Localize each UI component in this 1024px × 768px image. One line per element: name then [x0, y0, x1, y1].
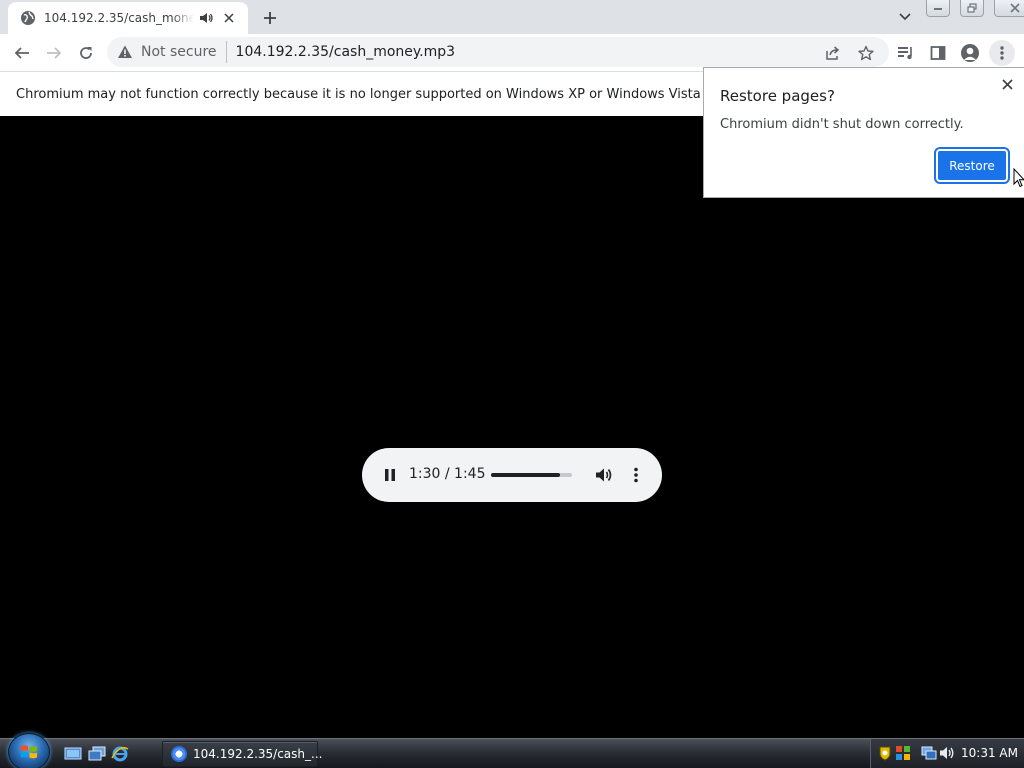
tab-strip: 104.192.2.35/cash_money.mp3: [0, 0, 1024, 34]
close-icon: [1001, 78, 1013, 90]
globe-icon: [21, 11, 35, 25]
internet-explorer-icon[interactable]: [111, 746, 129, 762]
task-label: 104.192.2.35/cash_...: [193, 747, 323, 761]
profile-button[interactable]: [957, 40, 983, 66]
windows-logo-icon: [21, 745, 37, 759]
bubble-title: Restore pages?: [720, 87, 835, 105]
security-shield-icon[interactable]: [877, 745, 893, 761]
speaker-icon[interactable]: [198, 10, 214, 26]
tab-search-button[interactable]: [894, 8, 916, 26]
seek-progress: [491, 473, 561, 477]
restore-button[interactable]: Restore: [934, 147, 1010, 184]
restore-icon: [967, 3, 977, 13]
plus-icon: [264, 12, 276, 24]
system-tray: 10:31 AM: [870, 739, 1024, 768]
time-display: 1:30 / 1:45: [409, 466, 486, 482]
minimize-icon: [934, 8, 942, 10]
close-icon: [1010, 3, 1020, 13]
more-options-button[interactable]: [624, 462, 648, 488]
side-panel-icon: [930, 46, 946, 60]
profile-icon: [961, 44, 979, 62]
bubble-message: Chromium didn't shut down correctly.: [720, 117, 964, 132]
share-button[interactable]: [821, 41, 845, 65]
arrow-right-icon: [47, 47, 62, 59]
infobar-message: Chromium may not function correctly beca…: [16, 86, 701, 102]
menu-icon: [1000, 46, 1004, 60]
taskbar: 104.192.2.35/cash_... 10:31 AM: [0, 733, 1024, 768]
bubble-close-button[interactable]: [997, 74, 1017, 94]
window-controls: [926, 0, 1024, 18]
close-icon: [224, 13, 234, 23]
show-desktop-icon[interactable]: [64, 746, 82, 762]
tab-title: 104.192.2.35/cash_money.mp3: [44, 11, 194, 25]
media-controls-button[interactable]: [893, 40, 919, 66]
media-controls-icon: [898, 47, 912, 60]
pause-icon: [385, 469, 395, 481]
reload-button[interactable]: [72, 39, 100, 67]
switch-windows-icon[interactable]: [88, 746, 106, 762]
warning-icon: [118, 45, 132, 58]
mouse-cursor-icon: [1013, 168, 1024, 188]
arrow-left-icon: [14, 47, 29, 59]
volume-icon: [596, 468, 612, 482]
network-icon[interactable]: [921, 745, 937, 761]
pause-button[interactable]: [378, 463, 402, 487]
more-vert-icon: [634, 467, 638, 483]
restore-pages-bubble: Restore pages? Chromium didn't shut down…: [703, 67, 1024, 198]
share-icon: [826, 46, 840, 60]
chromium-icon: [171, 746, 187, 762]
toolbar: Not secure 104.192.2.35/cash_money.mp3: [0, 34, 1024, 71]
chrome-menu-button[interactable]: [989, 40, 1015, 66]
clock[interactable]: 10:31 AM: [961, 746, 1018, 760]
seek-slider[interactable]: [491, 473, 572, 477]
url-text[interactable]: 104.192.2.35/cash_money.mp3: [236, 44, 456, 60]
star-icon: [858, 45, 874, 61]
new-tab-button[interactable]: [258, 6, 282, 30]
volume-button[interactable]: [591, 462, 617, 488]
reload-icon: [80, 47, 92, 59]
omnibox[interactable]: Not secure 104.192.2.35/cash_money.mp3: [107, 37, 889, 67]
bookmark-star-button[interactable]: [854, 41, 878, 65]
page-content: 1:30 / 1:45: [0, 116, 1024, 738]
window-close-button[interactable]: [994, 0, 1024, 17]
restore-button[interactable]: [960, 0, 984, 17]
side-panel-button[interactable]: [925, 40, 951, 66]
audio-player: 1:30 / 1:45: [362, 448, 662, 502]
security-label: Not secure: [141, 44, 217, 60]
tab-active[interactable]: 104.192.2.35/cash_money.mp3: [8, 2, 248, 34]
start-button[interactable]: [8, 733, 50, 768]
windows-update-icon[interactable]: [895, 745, 911, 761]
volume-icon[interactable]: [939, 745, 955, 761]
forward-button[interactable]: [40, 39, 68, 67]
security-chip[interactable]: Not secure: [117, 41, 227, 63]
back-button[interactable]: [8, 39, 36, 67]
taskbar-chromium-window[interactable]: 104.192.2.35/cash_...: [162, 741, 322, 767]
minimize-button[interactable]: [926, 0, 950, 17]
tab-close-button[interactable]: [220, 9, 238, 27]
chevron-down-icon: [899, 13, 911, 21]
